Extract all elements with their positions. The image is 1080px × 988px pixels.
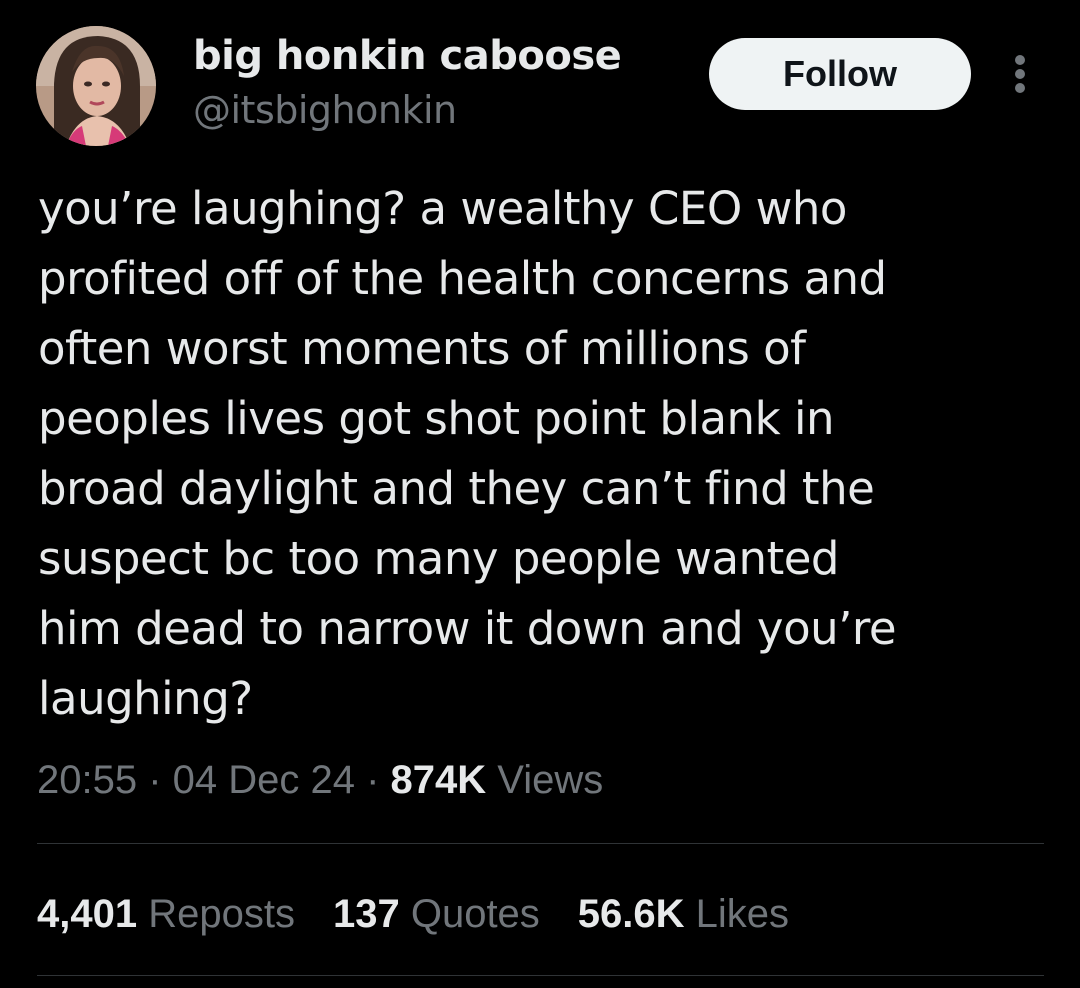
- follow-button[interactable]: Follow: [709, 38, 971, 110]
- reposts-stat[interactable]: 4,401 Reposts: [37, 892, 295, 936]
- views-count: 874K: [390, 758, 487, 802]
- tweet-detail: big honkin caboose @itsbighonkin Follow …: [0, 0, 1080, 988]
- quotes-label: Quotes: [399, 892, 540, 936]
- more-options-icon[interactable]: [1004, 52, 1036, 96]
- quotes-count: 137: [332, 892, 400, 936]
- reposts-count: 4,401: [37, 892, 138, 936]
- likes-stat[interactable]: 56.6K Likes: [578, 892, 789, 936]
- engagement-stats: 4,401 Reposts 137 Quotes 56.6K Likes: [37, 886, 789, 942]
- quotes-stat[interactable]: 137 Quotes: [333, 892, 540, 936]
- meta-separator: ·: [137, 758, 173, 802]
- tweet-date[interactable]: 04 Dec 24: [173, 758, 355, 802]
- tweet-meta: 20:55 · 04 Dec 24 · 874K Views: [37, 752, 603, 808]
- profile-photo-icon: [36, 26, 156, 146]
- dot: [1015, 83, 1025, 93]
- author-handle[interactable]: @itsbighonkin: [193, 86, 457, 134]
- divider: [37, 975, 1044, 976]
- dot: [1015, 69, 1025, 79]
- author-display-name[interactable]: big honkin caboose: [193, 30, 622, 82]
- dot: [1015, 55, 1025, 65]
- divider: [37, 843, 1044, 844]
- views-label: Views: [486, 758, 604, 802]
- tweet-time[interactable]: 20:55: [37, 758, 137, 802]
- likes-label: Likes: [684, 892, 790, 936]
- meta-separator: ·: [355, 758, 391, 802]
- tweet-text: you’re laughing? a wealthy CEO who profi…: [38, 182, 897, 725]
- reposts-label: Reposts: [137, 892, 295, 936]
- likes-count: 56.6K: [577, 892, 685, 936]
- avatar[interactable]: [36, 26, 156, 146]
